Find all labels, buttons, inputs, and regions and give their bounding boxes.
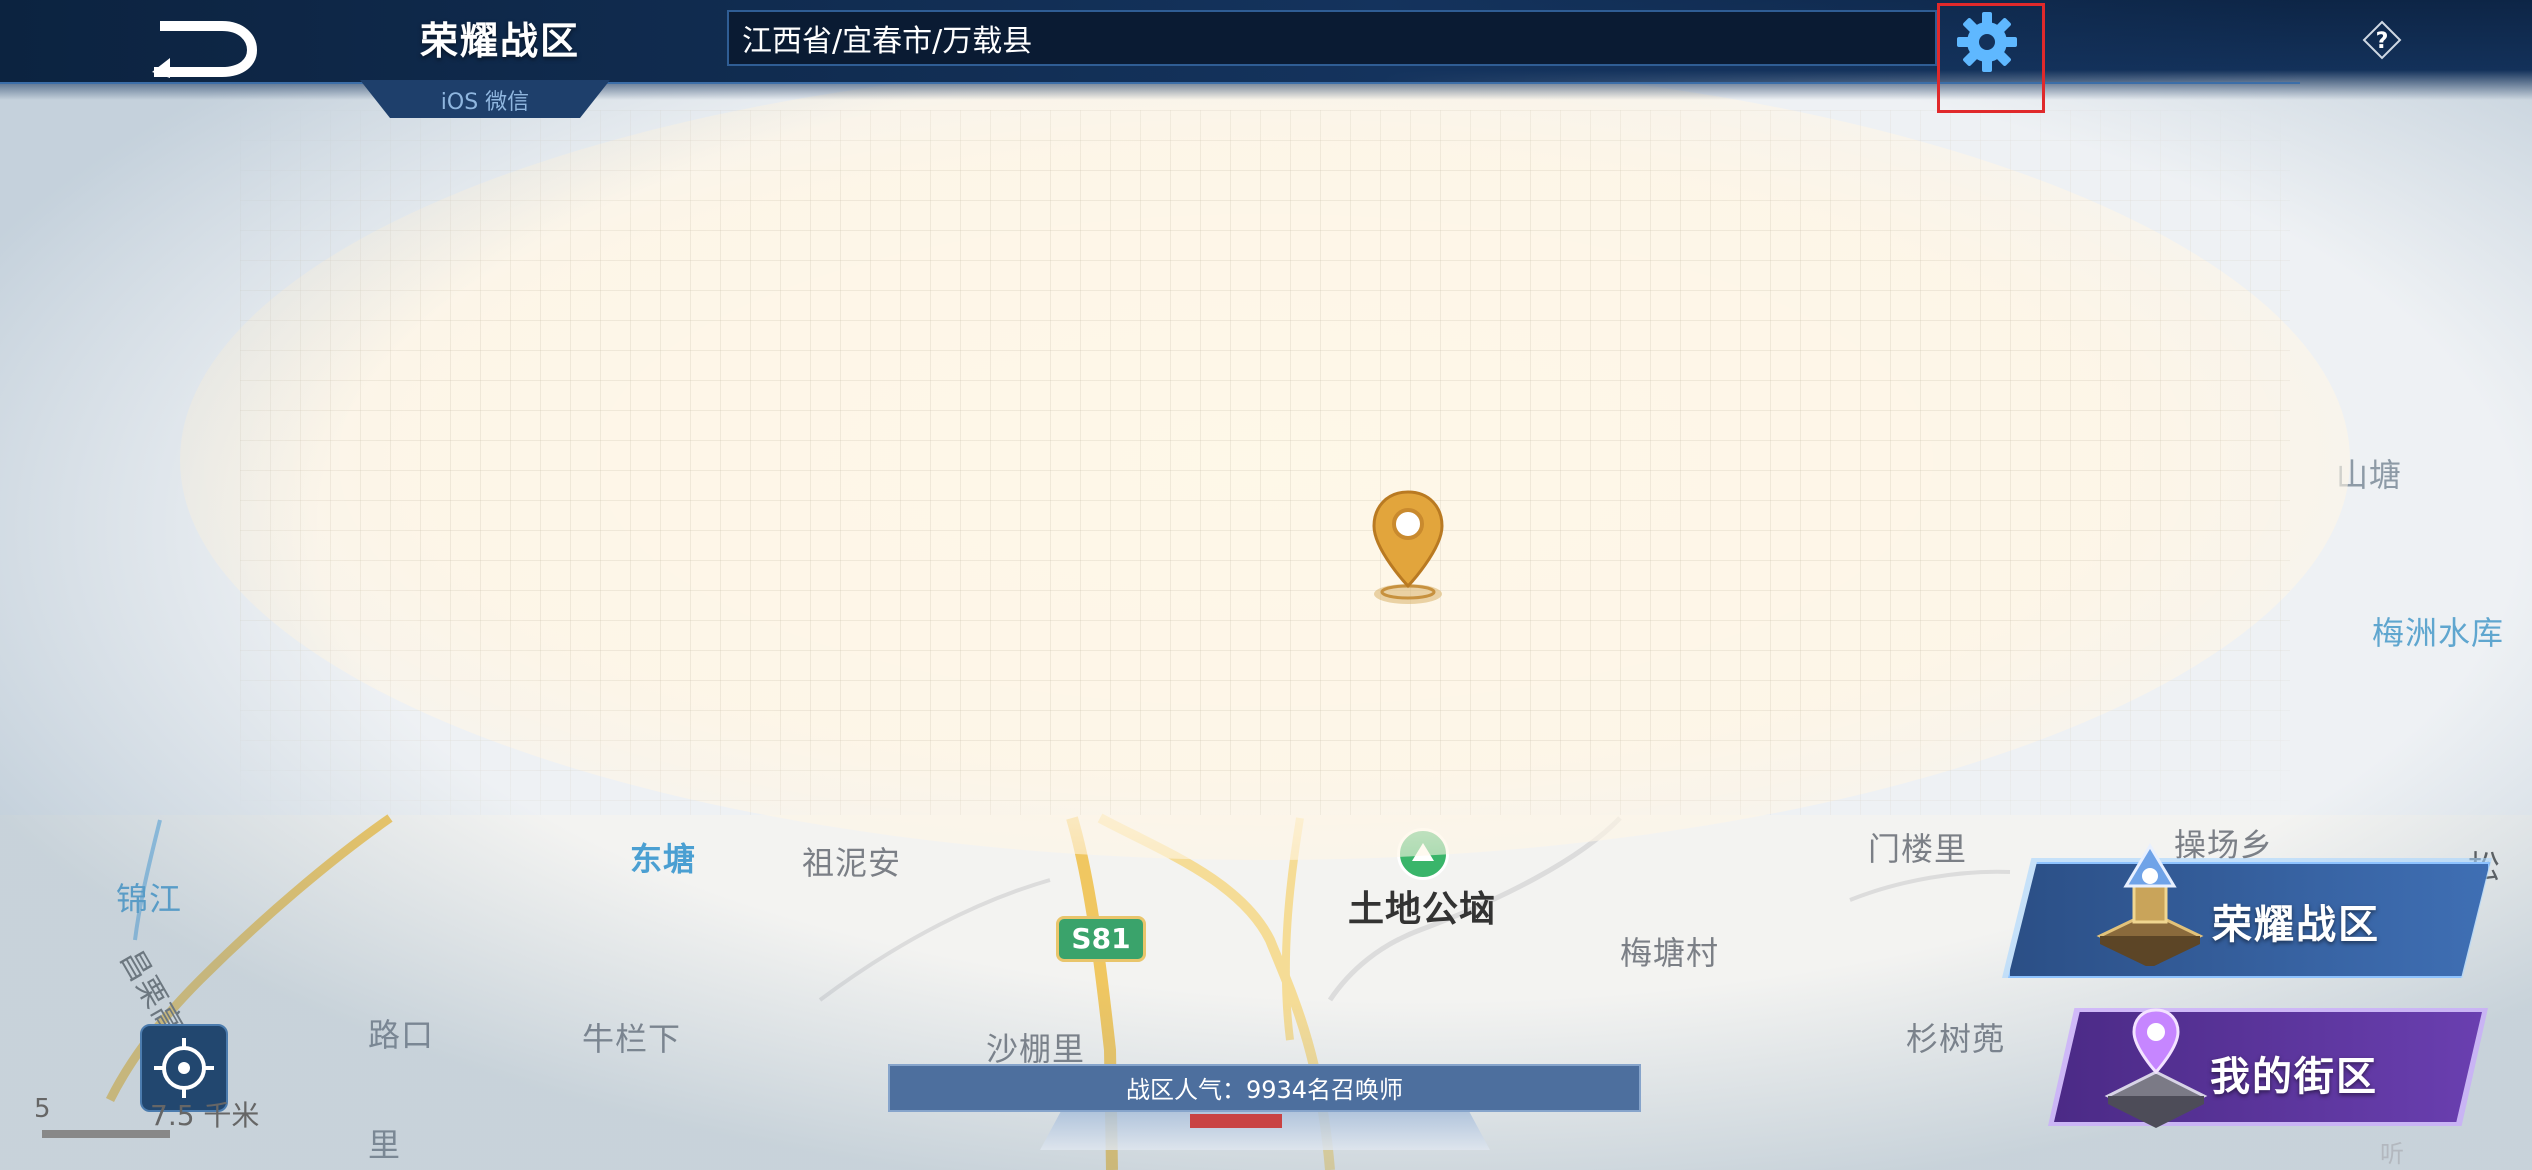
- map-scale-label: 7.5 千米: [150, 1099, 260, 1132]
- map-label-zunian: 祖泥安: [802, 844, 902, 882]
- map-label-meizhou-reservoir: 梅洲水库: [2372, 614, 2505, 652]
- trophy-tower-icon: [2096, 843, 2204, 966]
- map-label-li: 里: [368, 1126, 402, 1164]
- map-label-shanshu: 杉树蔸: [1906, 1020, 2006, 1058]
- location-text: 江西省/宜春市/万载县: [742, 24, 1033, 59]
- road-number-badge: S81: [1056, 916, 1146, 962]
- platform-subtitle: iOS 微信: [440, 90, 530, 115]
- my-street-button-label: 我的街区: [2210, 1054, 2378, 1100]
- help-icon[interactable]: ?: [2362, 20, 2402, 60]
- map-label-jinjiang: 锦江: [116, 880, 183, 918]
- location-pin-icon: [1372, 490, 1444, 604]
- map-scale-number: 5: [34, 1094, 51, 1124]
- popularity-text: 战区人气：9934名召唤师: [1125, 1076, 1404, 1104]
- page-title: 荣耀战区: [420, 19, 581, 63]
- street-pin-icon: [2104, 1008, 2208, 1128]
- back-arrow-icon[interactable]: [140, 18, 260, 78]
- map-label-meitang: 梅塘村: [1620, 934, 1720, 972]
- settings-highlight-box: [1937, 3, 2045, 113]
- bottom-road-strip: [1190, 1114, 1282, 1128]
- glory-zone-button-label: 荣耀战区: [2212, 902, 2380, 948]
- map-label-niulanxia: 牛栏下: [582, 1020, 682, 1058]
- map-label-dongtang: 东塘: [630, 840, 697, 878]
- map-label-tudi: 土地公垴: [1348, 889, 1497, 930]
- map-label-menlouli: 门楼里: [1868, 830, 1968, 868]
- zone-grid-overlay: [240, 110, 2290, 815]
- listen-label: 听: [2380, 1140, 2404, 1168]
- svg-text:?: ?: [2376, 29, 2389, 54]
- map-view[interactable]: 山塘 梅洲水库 操场乡 松 锦江 东塘 祖泥安 土地公垴 门楼里 梅塘村 路口 …: [0, 0, 2532, 1170]
- map-label-lukou: 路口: [368, 1016, 435, 1054]
- map-scale-bar: [42, 1130, 170, 1138]
